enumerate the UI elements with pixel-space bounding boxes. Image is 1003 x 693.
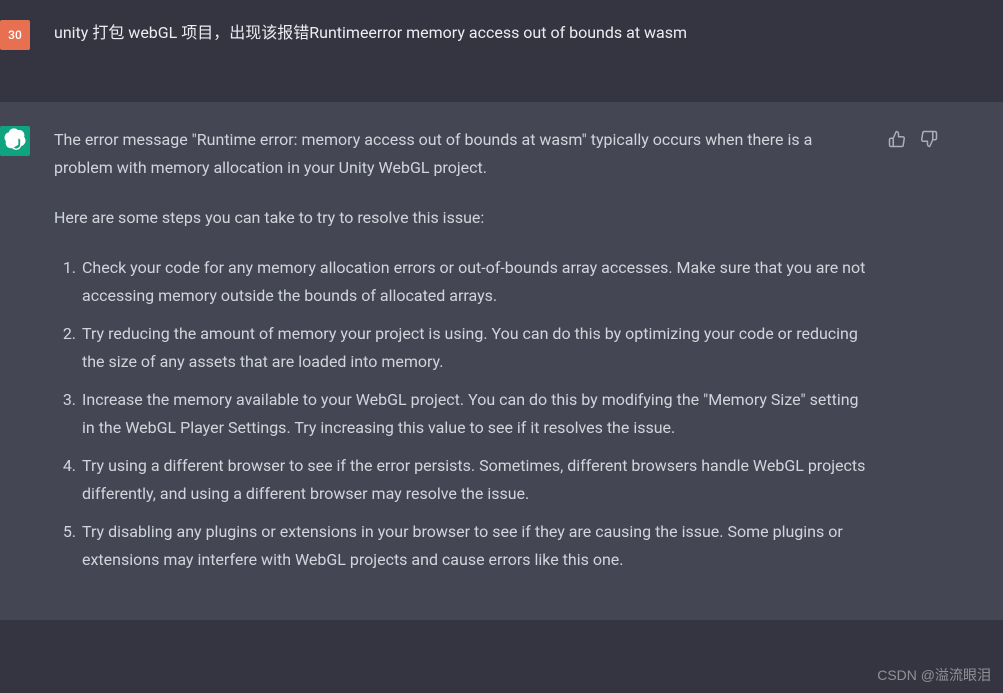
thumbs-down-button[interactable] [918,130,940,152]
openai-logo-icon [4,128,26,154]
list-item: Check your code for any memory allocatio… [80,254,874,310]
user-avatar: 30 [0,20,30,50]
user-message-text: unity 打包 webGL 项目，出现该报错Runtimeerror memo… [54,20,943,46]
list-item: Try reducing the amount of memory your p… [80,320,874,376]
assistant-paragraph: The error message "Runtime error: memory… [54,126,874,182]
assistant-paragraph: Here are some steps you can take to try … [54,204,874,232]
assistant-message-text: The error message "Runtime error: memory… [54,126,874,584]
list-item: Try disabling any plugins or extensions … [80,518,874,574]
user-avatar-label: 30 [8,28,22,42]
assistant-steps-list: Check your code for any memory allocatio… [54,254,874,574]
assistant-message-row: The error message "Runtime error: memory… [0,102,1003,620]
watermark-text: CSDN @溢流眼泪 [877,665,991,685]
assistant-avatar [0,126,30,156]
assistant-content: The error message "Runtime error: memory… [54,126,943,584]
thumbs-up-icon [888,130,906,152]
feedback-buttons [886,130,940,152]
list-item: Try using a different browser to see if … [80,452,874,508]
list-item: Increase the memory available to your We… [80,386,874,442]
thumbs-down-icon [920,130,938,152]
thumbs-up-button[interactable] [886,130,908,152]
user-message-row: 30 unity 打包 webGL 项目，出现该报错Runtimeerror m… [0,0,1003,74]
